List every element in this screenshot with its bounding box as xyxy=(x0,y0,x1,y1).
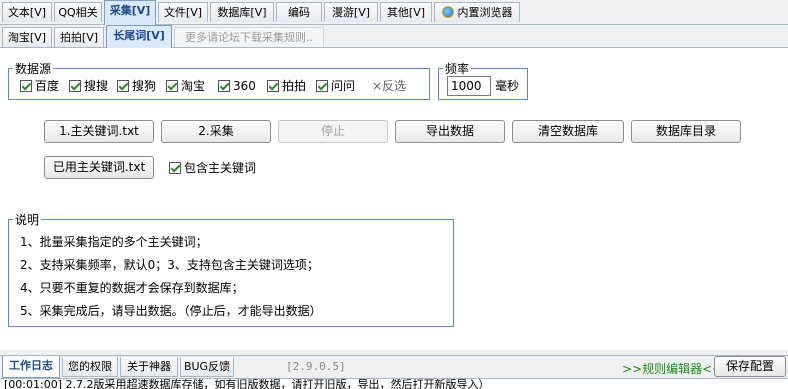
sub-tab-bar: 淘宝[V] 拍拍[V] 长尾词[V] 更多请论坛下载采集规则.. xyxy=(0,25,788,48)
checkbox-checked-icon xyxy=(69,80,81,92)
subtab-longtail[interactable]: 长尾词[V] xyxy=(106,25,172,48)
invert-selection-link[interactable]: ×反选 xyxy=(372,79,406,93)
tab-text[interactable]: 文本[V] xyxy=(2,2,52,22)
source-baidu-checkbox[interactable]: 百度 xyxy=(20,79,59,93)
tab-permissions[interactable]: 您的权限 xyxy=(62,357,118,377)
source-baidu-label: 百度 xyxy=(35,79,60,93)
log-line: [00:01:00] 2.7.2版采用超速数据库存储，如有旧版数据，请打开旧版，… xyxy=(4,378,490,389)
browser-icon xyxy=(441,6,454,18)
tab-browser[interactable]: 内置浏览器 xyxy=(434,2,520,22)
description-line: 4、只要不重复的数据才会保存到数据库； xyxy=(20,281,244,295)
source-soso-checkbox[interactable]: 搜搜 xyxy=(69,79,108,93)
frequency-unit: 毫秒 xyxy=(495,79,520,93)
checkbox-checked-icon xyxy=(20,80,32,92)
subtab-taobao[interactable]: 淘宝[V] xyxy=(2,27,52,47)
source-sogou-label: 搜狗 xyxy=(132,79,157,93)
clear-database-button[interactable]: 清空数据库 xyxy=(512,120,624,143)
tab-file[interactable]: 文件[V] xyxy=(158,2,208,22)
rule-editor-link[interactable]: >>规则编辑器<< xyxy=(622,360,722,377)
used-keywords-file-button[interactable]: 已用主关键词.txt xyxy=(44,156,154,179)
tab-collect[interactable]: 采集[V] xyxy=(104,0,156,25)
source-taobao-label: 淘宝 xyxy=(181,79,206,93)
main-keywords-file-button[interactable]: 1.主关键词.txt xyxy=(44,120,154,143)
source-wenwen-label: 问问 xyxy=(331,79,356,93)
include-main-keyword-checkbox[interactable]: 包含主关键词 xyxy=(169,161,256,175)
export-data-button[interactable]: 导出数据 xyxy=(395,120,505,143)
description-line: 5、采集完成后，请导出数据。（停止后，才能导出数据） xyxy=(20,304,322,318)
collect-panel: 数据源 百度 搜搜 搜狗 淘宝 360 拍拍 问问 ×反选 频率 1000 毫秒… xyxy=(0,48,788,350)
tab-other[interactable]: 其他[V] xyxy=(380,2,432,22)
source-sogou-checkbox[interactable]: 搜狗 xyxy=(117,79,156,93)
tab-bug-report[interactable]: BUG反馈 xyxy=(180,357,234,377)
database-directory-button[interactable]: 数据库目录 xyxy=(631,120,741,143)
bottom-bar: 工作日志 您的权限 关于神器 BUG反馈 [2.9.0.5] >>规则编辑器<<… xyxy=(0,355,788,378)
tab-work-log[interactable]: 工作日志 xyxy=(2,356,60,378)
tab-encoding[interactable]: 编码 xyxy=(276,2,322,22)
tab-about[interactable]: 关于神器 xyxy=(120,357,178,377)
tab-database[interactable]: 数据库[V] xyxy=(210,2,274,22)
subtab-paipai[interactable]: 拍拍[V] xyxy=(54,27,104,47)
subtab-more-rules: 更多请论坛下载采集规则.. xyxy=(174,27,324,47)
source-soso-label: 搜搜 xyxy=(84,79,109,93)
checkbox-checked-icon xyxy=(316,80,328,92)
collect-button[interactable]: 2.采集 xyxy=(161,120,271,143)
source-paipai-checkbox[interactable]: 拍拍 xyxy=(267,79,306,93)
main-tab-bar: 文本[V] QQ相关 采集[V] 文件[V] 数据库[V] 编码 漫游[V] 其… xyxy=(0,0,788,25)
source-group-legend: 数据源 xyxy=(15,62,52,76)
source-paipai-label: 拍拍 xyxy=(282,79,307,93)
tab-roaming[interactable]: 漫游[V] xyxy=(324,2,378,22)
include-main-keyword-label: 包含主关键词 xyxy=(184,161,257,175)
description-line: 2、支持采集频率，默认0；3、支持包含主关键词选项； xyxy=(20,258,319,272)
tab-browser-label: 内置浏览器 xyxy=(457,6,513,19)
stop-button[interactable]: 停止 xyxy=(278,120,388,143)
description-line: 1、批量采集指定的多个主关键词； xyxy=(20,235,208,249)
checkbox-checked-icon xyxy=(166,80,178,92)
source-taobao-checkbox[interactable]: 淘宝 xyxy=(166,79,205,93)
tab-qq[interactable]: QQ相关 xyxy=(54,2,102,22)
checkbox-checked-icon xyxy=(267,80,279,92)
frequency-legend: 频率 xyxy=(445,62,470,76)
frequency-input[interactable]: 1000 xyxy=(447,76,491,96)
save-config-button[interactable]: 保存配置 xyxy=(714,356,786,377)
work-log-area[interactable]: [00:01:00] 2.7.2版采用超速数据库存储，如有旧版数据，请打开旧版，… xyxy=(0,378,788,389)
source-360-label: 360 xyxy=(233,79,256,93)
checkbox-checked-icon xyxy=(218,80,230,92)
source-wenwen-checkbox[interactable]: 问问 xyxy=(316,79,355,93)
description-legend: 说明 xyxy=(15,213,40,227)
checkbox-checked-icon xyxy=(117,80,129,92)
source-360-checkbox[interactable]: 360 xyxy=(218,79,256,93)
version-label: [2.9.0.5] xyxy=(286,360,346,373)
checkbox-checked-icon xyxy=(169,162,181,174)
